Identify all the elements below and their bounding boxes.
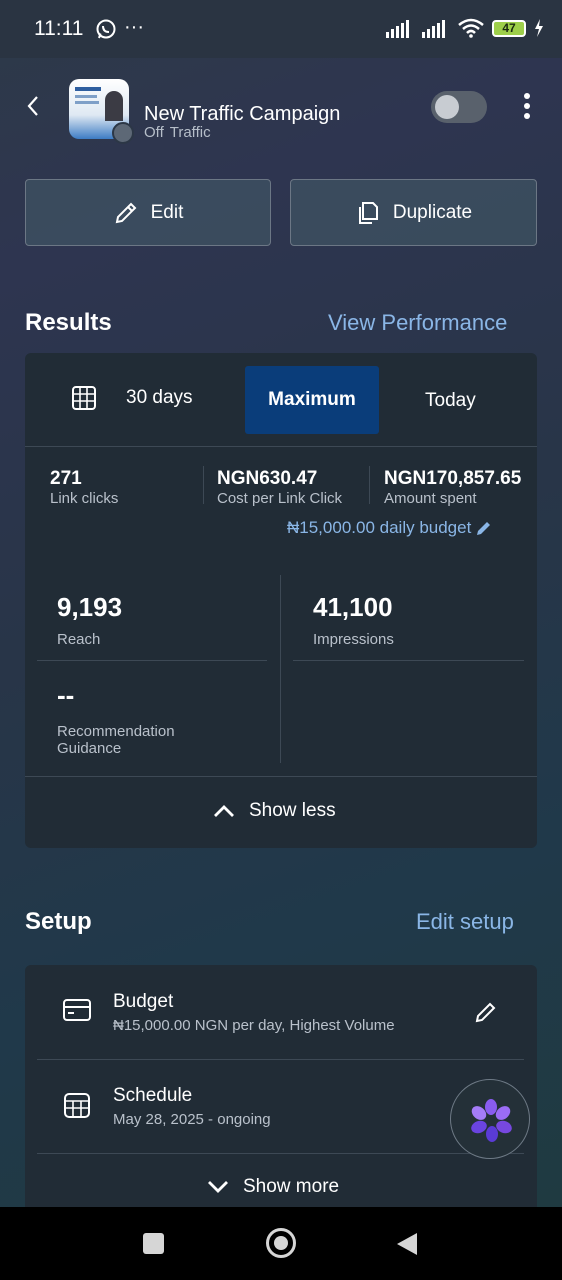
wifi-icon <box>458 18 484 38</box>
reach-divider <box>37 660 267 661</box>
calendar-table-icon <box>72 386 96 410</box>
signal-icon-2 <box>422 20 445 38</box>
charging-icon <box>535 19 543 37</box>
pencil-icon <box>477 522 491 535</box>
battery-level: 47 <box>502 20 516 35</box>
edit-button[interactable]: Edit <box>25 179 271 246</box>
recommendation-stat: -- Recommendation Guidance <box>57 680 175 757</box>
show-more-button[interactable]: Show more <box>207 1176 339 1198</box>
tab-today[interactable]: Today <box>425 390 476 412</box>
campaign-objective: Traffic <box>169 124 211 141</box>
tab-maximum-label: Maximum <box>268 389 356 410</box>
stats-divider <box>280 575 281 763</box>
chevron-down-icon <box>208 1181 228 1193</box>
status-icons: 47 <box>386 18 544 38</box>
back-arrow-icon <box>27 96 38 116</box>
metric-cost-per-click: NGN630.47 Cost per Link Click <box>217 468 342 507</box>
metric-divider <box>369 466 370 504</box>
vertical-dots-icon <box>524 93 530 119</box>
duplicate-label: Duplicate <box>392 201 473 223</box>
recent-apps-button[interactable] <box>143 1233 164 1254</box>
more-notifications-icon: ··· <box>124 16 144 38</box>
impressions-value: 41,100 <box>313 592 393 622</box>
date-range-tab[interactable]: 30 days <box>70 384 193 412</box>
more-options-button[interactable] <box>518 92 536 122</box>
metric-amount-spent: NGN170,857.65 Amount spent <box>384 468 521 507</box>
setup-title: Setup <box>25 908 92 935</box>
metric-value: NGN170,857.65 <box>384 468 522 489</box>
metric-value: NGN630.47 <box>217 468 318 489</box>
reach-label: Reach <box>57 631 101 648</box>
meta-ai-icon <box>471 1099 512 1142</box>
daily-budget-link[interactable]: ₦15,000.00 daily budget <box>287 518 493 538</box>
metric-divider <box>203 466 204 504</box>
campaign-toggle[interactable] <box>431 91 487 123</box>
metric-label: Amount spent <box>384 490 477 507</box>
campaign-status: Off <box>144 124 164 141</box>
budget-row[interactable]: Budget ₦15,000.00 NGN per day, Highest V… <box>37 965 524 1059</box>
schedule-title: Schedule <box>113 1085 193 1106</box>
tabs-divider <box>25 446 537 447</box>
daily-budget-text: ₦15,000.00 daily budget <box>287 518 472 537</box>
reach-stat: 9,193 Reach <box>57 592 122 648</box>
pencil-icon <box>115 202 137 223</box>
impressions-divider <box>293 660 524 661</box>
duplicate-icon <box>358 201 378 224</box>
status-indicator <box>112 122 134 144</box>
calendar-icon <box>64 1093 90 1118</box>
metric-label: Link clicks <box>50 490 119 507</box>
recommendation-label-1: Recommendation <box>57 723 175 740</box>
recommendation-value: -- <box>57 680 75 710</box>
show-less-button[interactable]: Show less <box>213 800 336 822</box>
campaign-subtitle: Off Traffic <box>144 124 211 141</box>
schedule-detail: May 28, 2025 - ongoing <box>113 1111 271 1128</box>
edit-setup-link[interactable]: Edit setup <box>416 909 514 935</box>
metric-link-clicks: 271 Link clicks <box>50 468 118 507</box>
ai-assistant-button[interactable] <box>450 1079 530 1159</box>
system-nav-bar <box>0 1207 562 1280</box>
recommendation-label-2: Guidance <box>57 740 122 757</box>
status-bar: 11:11 ··· 47 <box>0 0 562 58</box>
chevron-up-icon <box>214 805 234 817</box>
home-button[interactable] <box>266 1228 296 1258</box>
campaign-title: New Traffic Campaign <box>144 103 341 125</box>
edit-budget-icon[interactable] <box>474 1000 498 1024</box>
toggle-knob <box>435 95 459 119</box>
reach-value: 9,193 <box>57 592 123 622</box>
metric-value: 271 <box>50 468 82 489</box>
back-button[interactable] <box>20 92 48 120</box>
impressions-stat: 41,100 Impressions <box>313 592 394 648</box>
budget-detail: ₦15,000.00 NGN per day, Highest Volume <box>113 1017 395 1034</box>
back-nav-icon[interactable] <box>396 1232 418 1256</box>
view-performance-link[interactable]: View Performance <box>328 310 507 336</box>
whatsapp-icon <box>95 18 117 45</box>
show-less-label: Show less <box>249 800 336 821</box>
battery-icon: 47 <box>492 19 526 37</box>
tab-maximum[interactable]: Maximum <box>245 366 379 434</box>
show-less-divider <box>25 776 537 777</box>
results-title: Results <box>25 309 112 336</box>
duplicate-button[interactable]: Duplicate <box>290 179 537 246</box>
impressions-label: Impressions <box>313 631 394 648</box>
signal-icon <box>386 20 409 38</box>
show-more-label: Show more <box>243 1176 340 1197</box>
tab-30-days: 30 days <box>126 387 193 408</box>
metric-label: Cost per Link Click <box>217 490 343 507</box>
edit-label: Edit <box>150 201 184 223</box>
budget-title: Budget <box>113 991 174 1012</box>
status-time: 11:11 <box>34 17 84 40</box>
credit-card-icon <box>63 999 91 1021</box>
